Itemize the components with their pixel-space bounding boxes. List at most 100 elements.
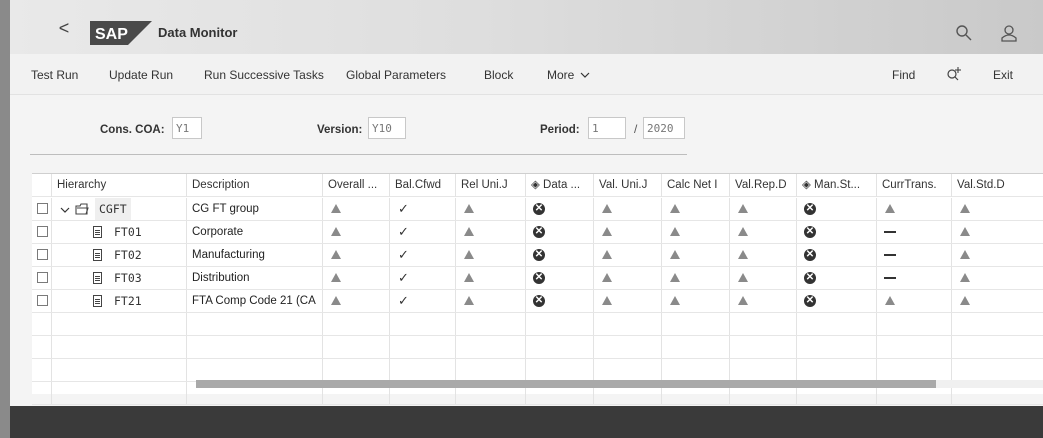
back-button[interactable]: < xyxy=(54,19,74,39)
val-std-d-status-cell[interactable] xyxy=(952,336,1043,358)
hierarchy-cell[interactable] xyxy=(52,382,187,404)
data-status-cell[interactable] xyxy=(526,313,594,335)
man-st-status-cell[interactable]: ✕ xyxy=(797,221,877,243)
row-checkbox[interactable] xyxy=(37,295,48,306)
column-header-overall[interactable]: Overall ... xyxy=(323,174,390,197)
table-row[interactable] xyxy=(32,313,1043,336)
user-icon[interactable] xyxy=(1000,24,1018,42)
man-st-status-cell[interactable]: ✕ xyxy=(797,244,877,266)
curr-trans-status-cell[interactable] xyxy=(877,336,952,358)
data-status-cell[interactable]: ✕ xyxy=(526,198,594,220)
table-row[interactable]: FT01 Corporate ✓ ✕ ✕ xyxy=(32,221,1043,244)
man-st-status-cell[interactable]: ✕ xyxy=(797,290,877,312)
val-std-d-status-cell[interactable] xyxy=(952,313,1043,335)
hierarchy-node-label[interactable]: FT03 xyxy=(114,267,142,289)
hierarchy-cell[interactable] xyxy=(52,336,187,358)
run-successive-tasks-button[interactable]: Run Successive Tasks xyxy=(204,68,324,82)
version-field[interactable]: Y10 xyxy=(368,117,406,139)
rel-uni-j-status-cell[interactable] xyxy=(456,359,526,381)
column-header-calc-net-i[interactable]: Calc Net I xyxy=(662,174,730,197)
val-std-d-status-cell[interactable] xyxy=(952,290,1043,312)
curr-trans-status-cell[interactable] xyxy=(877,359,952,381)
hierarchy-cell[interactable]: FT02 xyxy=(52,244,187,266)
hierarchy-node-label[interactable]: FT01 xyxy=(114,221,142,243)
val-rep-d-status-cell[interactable] xyxy=(730,290,797,312)
calc-net-i-status-cell[interactable] xyxy=(662,336,730,358)
rel-uni-j-status-cell[interactable] xyxy=(456,336,526,358)
bal-cfwd-status-cell[interactable]: ✓ xyxy=(390,221,456,243)
horizontal-scrollbar[interactable] xyxy=(196,380,1043,388)
period-field[interactable]: 1 xyxy=(588,117,626,139)
val-rep-d-status-cell[interactable] xyxy=(730,336,797,358)
val-uni-j-status-cell[interactable] xyxy=(594,313,662,335)
bal-cfwd-status-cell[interactable]: ✓ xyxy=(390,267,456,289)
test-run-button[interactable]: Test Run xyxy=(31,68,78,82)
calc-net-i-status-cell[interactable] xyxy=(662,221,730,243)
val-rep-d-status-cell[interactable] xyxy=(730,198,797,220)
hierarchy-cell[interactable]: FT01 xyxy=(52,221,187,243)
val-rep-d-status-cell[interactable] xyxy=(730,244,797,266)
table-row[interactable]: CGFT CG FT group ✓ ✕ ✕ xyxy=(32,198,1043,221)
hierarchy-node-label[interactable]: FT02 xyxy=(114,244,142,266)
column-header-curr-trans[interactable]: CurrTrans. xyxy=(877,174,952,197)
more-button[interactable]: More xyxy=(547,68,590,82)
val-uni-j-status-cell[interactable] xyxy=(594,244,662,266)
val-std-d-status-cell[interactable] xyxy=(952,198,1043,220)
column-header-bal-cfwd[interactable]: Bal.Cfwd xyxy=(390,174,456,197)
column-header-hierarchy[interactable]: Hierarchy xyxy=(52,174,187,197)
data-status-cell[interactable]: ✕ xyxy=(526,290,594,312)
man-st-status-cell[interactable] xyxy=(797,313,877,335)
column-header-description[interactable]: Description xyxy=(187,174,323,197)
rel-uni-j-status-cell[interactable] xyxy=(456,290,526,312)
man-st-status-cell[interactable] xyxy=(797,359,877,381)
select-all-column[interactable] xyxy=(32,174,52,197)
calc-net-i-status-cell[interactable] xyxy=(662,244,730,266)
column-header-man-st[interactable]: ◈ Man.St... xyxy=(797,174,877,197)
data-status-cell[interactable] xyxy=(526,336,594,358)
bal-cfwd-status-cell[interactable] xyxy=(390,359,456,381)
data-status-cell[interactable]: ✕ xyxy=(526,244,594,266)
hierarchy-cell[interactable]: FT21 xyxy=(52,290,187,312)
hierarchy-node-label[interactable]: FT21 xyxy=(114,290,142,312)
val-std-d-status-cell[interactable] xyxy=(952,221,1043,243)
scrollbar-thumb[interactable] xyxy=(196,380,936,388)
bal-cfwd-status-cell[interactable]: ✓ xyxy=(390,244,456,266)
block-button[interactable]: Block xyxy=(484,68,513,82)
data-status-cell[interactable]: ✕ xyxy=(526,221,594,243)
calc-net-i-status-cell[interactable] xyxy=(662,290,730,312)
row-checkbox[interactable] xyxy=(37,249,48,260)
bal-cfwd-status-cell[interactable] xyxy=(390,336,456,358)
val-rep-d-status-cell[interactable] xyxy=(730,313,797,335)
overall-status-cell[interactable] xyxy=(323,198,390,220)
search-icon[interactable] xyxy=(955,24,973,42)
find-next-icon[interactable] xyxy=(946,66,962,82)
val-uni-j-status-cell[interactable] xyxy=(594,359,662,381)
val-uni-j-status-cell[interactable] xyxy=(594,290,662,312)
global-parameters-button[interactable]: Global Parameters xyxy=(346,68,446,82)
curr-trans-status-cell[interactable] xyxy=(877,198,952,220)
column-header-rel-uni-j[interactable]: Rel Uni.J xyxy=(456,174,526,197)
val-rep-d-status-cell[interactable] xyxy=(730,267,797,289)
table-row[interactable]: FT03 Distribution ✓ ✕ ✕ xyxy=(32,267,1043,290)
fiscal-year-field[interactable]: 2020 xyxy=(643,117,685,139)
calc-net-i-status-cell[interactable] xyxy=(662,198,730,220)
rel-uni-j-status-cell[interactable] xyxy=(456,198,526,220)
data-status-cell[interactable]: ✕ xyxy=(526,267,594,289)
data-status-cell[interactable] xyxy=(526,359,594,381)
hierarchy-cell[interactable] xyxy=(52,313,187,335)
hierarchy-cell[interactable]: CGFT xyxy=(52,198,187,220)
overall-status-cell[interactable] xyxy=(323,336,390,358)
overall-status-cell[interactable] xyxy=(323,313,390,335)
update-run-button[interactable]: Update Run xyxy=(109,68,173,82)
bal-cfwd-status-cell[interactable]: ✓ xyxy=(390,290,456,312)
bal-cfwd-status-cell[interactable]: ✓ xyxy=(390,198,456,220)
overall-status-cell[interactable] xyxy=(323,290,390,312)
hierarchy-cell[interactable] xyxy=(52,359,187,381)
exit-button[interactable]: Exit xyxy=(993,68,1013,82)
curr-trans-status-cell[interactable] xyxy=(877,244,952,266)
bal-cfwd-status-cell[interactable] xyxy=(390,313,456,335)
table-row[interactable]: FT02 Manufacturing ✓ ✕ ✕ xyxy=(32,244,1043,267)
val-uni-j-status-cell[interactable] xyxy=(594,221,662,243)
curr-trans-status-cell[interactable] xyxy=(877,290,952,312)
rel-uni-j-status-cell[interactable] xyxy=(456,244,526,266)
